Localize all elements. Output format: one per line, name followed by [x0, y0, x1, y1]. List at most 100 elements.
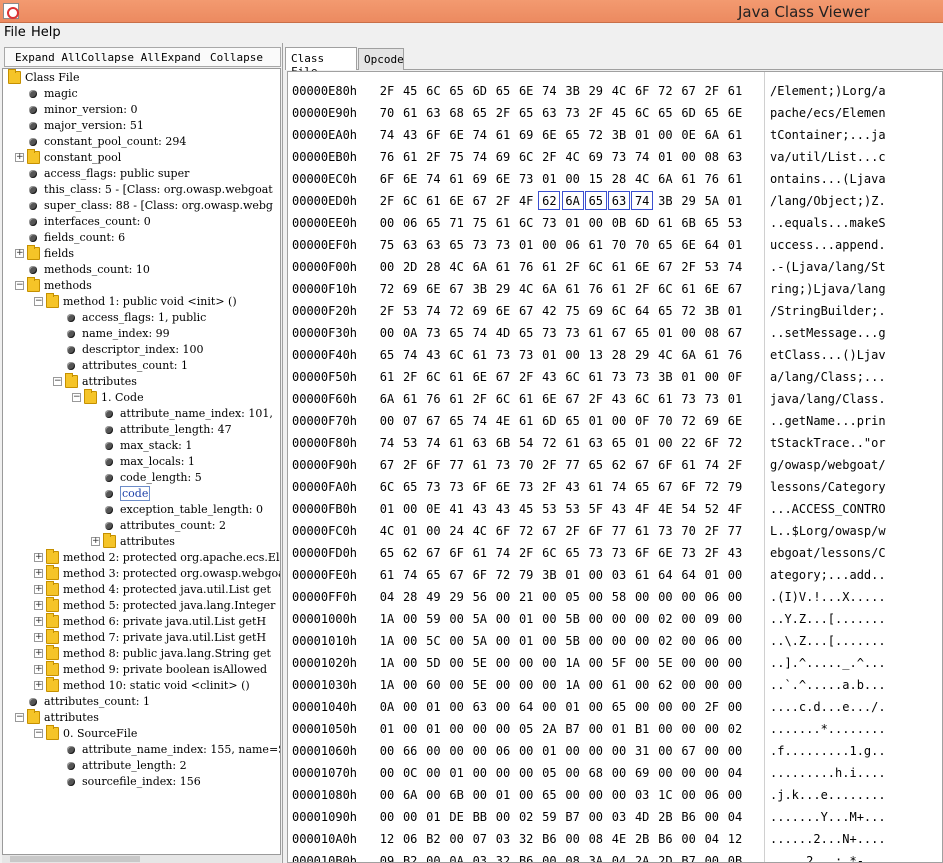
- hex-byte[interactable]: 06: [399, 832, 421, 846]
- hex-byte[interactable]: 5A: [469, 612, 491, 626]
- hex-byte[interactable]: 6C: [631, 392, 653, 406]
- hex-byte[interactable]: 73: [538, 326, 560, 340]
- hex-byte[interactable]: 3B: [654, 194, 676, 208]
- hex-byte[interactable]: 00: [631, 612, 653, 626]
- hex-byte[interactable]: 61: [538, 260, 560, 274]
- hex-byte[interactable]: 70: [654, 414, 676, 428]
- hex-byte[interactable]: 74: [724, 260, 746, 274]
- hex-byte[interactable]: 00: [608, 634, 630, 648]
- hex-byte[interactable]: 6E: [538, 128, 560, 142]
- hex-byte[interactable]: 2F: [631, 282, 653, 296]
- hex-byte[interactable]: B7: [562, 810, 584, 824]
- hex-row[interactable]: 00001080h 00 6A 00 6B 00 01 00 65 00 00 00 03 1C 00 06 0…: [288, 784, 758, 806]
- hex-byte[interactable]: 2F: [515, 370, 537, 384]
- hex-byte[interactable]: 61: [446, 436, 468, 450]
- hex-byte[interactable]: 73: [446, 480, 468, 494]
- hex-byte[interactable]: 6F: [469, 480, 491, 494]
- tree-node[interactable]: minor_version: 0: [3, 102, 280, 118]
- hex-byte[interactable]: 07: [399, 414, 421, 428]
- hex-byte[interactable]: 69: [515, 128, 537, 142]
- hex-byte[interactable]: 01: [422, 810, 444, 824]
- hex-byte[interactable]: 2F: [701, 700, 723, 714]
- hex-byte[interactable]: B7: [678, 854, 700, 862]
- hex-byte[interactable]: 6A: [469, 260, 491, 274]
- hex-byte[interactable]: 00: [724, 634, 746, 648]
- hex-byte[interactable]: 2F: [701, 84, 723, 98]
- hex-byte[interactable]: 45: [399, 84, 421, 98]
- hex-byte[interactable]: 00: [585, 612, 607, 626]
- hex-byte[interactable]: 4E: [654, 502, 676, 516]
- hex-byte[interactable]: 65: [631, 480, 653, 494]
- hex-byte[interactable]: 76: [376, 150, 398, 164]
- hex-byte[interactable]: 28: [608, 172, 630, 186]
- hex-byte[interactable]: 64: [515, 700, 537, 714]
- hex-byte[interactable]: 3B: [654, 370, 676, 384]
- hex-byte[interactable]: 5D: [422, 656, 444, 670]
- hex-byte[interactable]: 53: [399, 436, 421, 450]
- hex-byte[interactable]: 00: [538, 590, 560, 604]
- hex-byte[interactable]: 61: [678, 458, 700, 472]
- hex-byte[interactable]: 0E: [422, 502, 444, 516]
- hex-byte[interactable]: 6E: [492, 480, 514, 494]
- hex-byte[interactable]: 74: [608, 480, 630, 494]
- hex-byte[interactable]: 28: [422, 260, 444, 274]
- hex-row[interactable]: 00000F40h 65 74 43 6C 61 73 73 01 00 13 28 29 4C 6A 61 7…: [288, 344, 758, 366]
- hex-byte[interactable]: 00: [446, 832, 468, 846]
- hex-byte[interactable]: 00: [608, 612, 630, 626]
- hex-byte[interactable]: 43: [608, 392, 630, 406]
- hex-byte[interactable]: 6E: [446, 194, 468, 208]
- hex-byte[interactable]: 6C: [422, 84, 444, 98]
- hex-byte[interactable]: 00: [724, 656, 746, 670]
- hex-byte[interactable]: 6E: [492, 172, 514, 186]
- hex-byte[interactable]: 00: [446, 612, 468, 626]
- hex-row[interactable]: 00000F60h 6A 61 76 61 2F 6C 61 6E 67 2F 43 6C 61 73 73 0…: [288, 388, 758, 410]
- hex-byte[interactable]: 04: [376, 590, 398, 604]
- hex-byte[interactable]: 76: [724, 348, 746, 362]
- hex-byte[interactable]: 6A: [538, 282, 560, 296]
- hex-byte[interactable]: 6C: [492, 392, 514, 406]
- hex-byte[interactable]: 74: [469, 414, 491, 428]
- hex-byte[interactable]: 69: [701, 414, 723, 428]
- hex-row[interactable]: 00000FA0h 6C 65 73 73 6F 6E 73 2F 43 61 74 65 67 6F 72 7…: [288, 476, 758, 498]
- hex-row[interactable]: 00001000h 1A 00 59 00 5A 00 01 00 5B 00 00 00 02 00 09 0…: [288, 608, 758, 630]
- hex-byte[interactable]: 61: [724, 172, 746, 186]
- hex-byte[interactable]: 67: [608, 326, 630, 340]
- hex-byte[interactable]: 00: [515, 678, 537, 692]
- hex-byte[interactable]: 01: [654, 150, 676, 164]
- tree-node[interactable]: this_class: 5 - [Class: org.owasp.webgoa…: [3, 182, 280, 198]
- tree-node[interactable]: + method 8: public java.lang.String get: [3, 645, 280, 662]
- hex-byte[interactable]: 00: [562, 766, 584, 780]
- hex-byte[interactable]: 67: [724, 282, 746, 296]
- hex-byte[interactable]: 00: [631, 656, 653, 670]
- hex-byte[interactable]: 6F: [678, 480, 700, 494]
- hex-byte[interactable]: 0C: [399, 766, 421, 780]
- hex-byte[interactable]: 64: [678, 568, 700, 582]
- hex-byte[interactable]: 4E: [492, 414, 514, 428]
- hex-byte[interactable]: 6B: [678, 216, 700, 230]
- hex-byte[interactable]: 61: [608, 678, 630, 692]
- hex-byte[interactable]: 2F: [399, 370, 421, 384]
- hex-byte[interactable]: 2D: [399, 260, 421, 274]
- hex-byte[interactable]: 5F: [585, 502, 607, 516]
- hex-byte[interactable]: 6C: [631, 106, 653, 120]
- hex-byte[interactable]: 69: [585, 304, 607, 318]
- hex-byte[interactable]: 61: [585, 480, 607, 494]
- hex-byte[interactable]: 24: [446, 524, 468, 538]
- hex-byte[interactable]: 61: [654, 216, 676, 230]
- hex-byte[interactable]: 00: [724, 700, 746, 714]
- hex-byte[interactable]: 49: [422, 590, 444, 604]
- hex-byte[interactable]: 00: [492, 634, 514, 648]
- hex-byte[interactable]: 73: [562, 106, 584, 120]
- hex-byte[interactable]: 43: [469, 502, 491, 516]
- hex-byte[interactable]: 05: [515, 722, 537, 736]
- class-structure-tree[interactable]: Class File magic minor_version: 0 major_ver…: [2, 68, 281, 855]
- hex-byte[interactable]: 5C: [422, 634, 444, 648]
- tab-class-file[interactable]: Class File: [285, 47, 357, 78]
- hex-byte[interactable]: 65: [654, 238, 676, 252]
- tree-node[interactable]: + constant_pool: [3, 149, 280, 166]
- hex-byte[interactable]: 72: [701, 480, 723, 494]
- tree-node[interactable]: − attributes: [3, 373, 280, 390]
- hex-byte[interactable]: 2F: [376, 84, 398, 98]
- hex-byte[interactable]: 66: [399, 744, 421, 758]
- hex-byte[interactable]: 00: [399, 634, 421, 648]
